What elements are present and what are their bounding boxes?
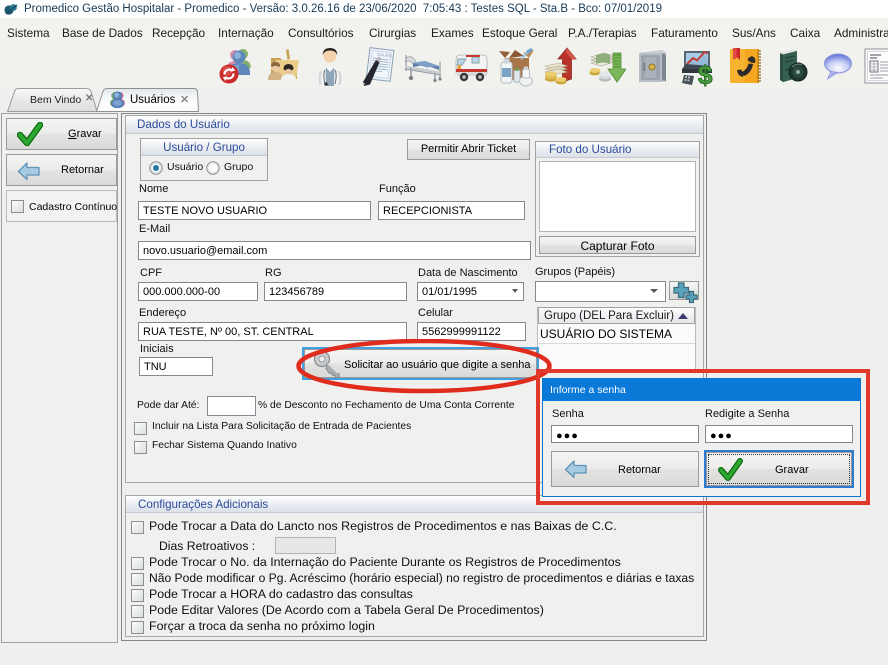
svg-text:$: $ [698,60,713,87]
